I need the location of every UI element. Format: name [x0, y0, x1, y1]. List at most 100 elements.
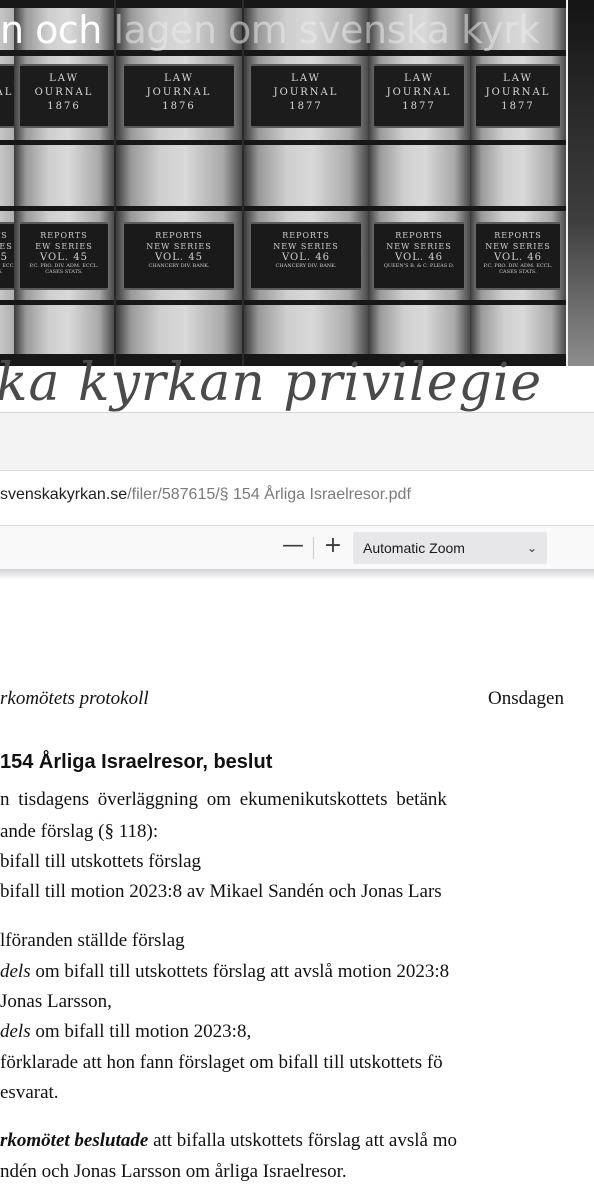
header-banner: LAW OURNAL 1876 REPORTSEW SERIESVOL. 45P.C.…: [0, 0, 594, 366]
book-spine: LAW JOURNAL 1877 REPORTS NEW SERIES VOL. 46 CH…: [244, 0, 368, 366]
spine-band: [368, 300, 470, 305]
zoom-select-value: Automatic Zoom: [363, 540, 465, 556]
spine-label-text: VOL. 46: [395, 252, 443, 263]
spine-label-journal: LAW JOURNAL 1876: [123, 64, 235, 128]
spine-label-text: VOL. 46: [282, 252, 330, 263]
spine-band: [470, 140, 566, 145]
spine-band: [14, 140, 114, 145]
pdf-text-run: ndén och Jonas Larsson om årliga Israelr…: [0, 1161, 347, 1182]
pdf-text-run: lföranden ställde förslag: [0, 930, 185, 951]
spine-label-text: NEW SERIES: [485, 242, 551, 251]
pdf-text-run: att bifalla utskottets förslag att avslå…: [148, 1130, 457, 1151]
spine-label-text: 1876: [162, 101, 196, 112]
spine-label-text: LAW: [503, 73, 533, 84]
pdf-text-run: ande förslag (§ 118):: [0, 821, 159, 842]
spine-label-reports: REPORTS EW SERIESVOL. 45P.C. PRO. DIV. AD…: [20, 222, 108, 290]
spine-label-text: LAW: [291, 73, 321, 84]
spine-label-journal: LAW JOURNAL 1877: [374, 64, 464, 128]
spine-label-journal: LAW JOURNAL 1877: [251, 64, 361, 128]
spine-label-text: OURNAL: [34, 87, 94, 98]
pdf-text-line: esvarat.: [0, 1082, 59, 1104]
spine-band: [244, 140, 368, 145]
url-domain: svenskakyrkan.se: [0, 486, 128, 503]
spine-label-text: REPORTS: [282, 231, 330, 240]
spine-label-text: LAW: [164, 73, 194, 84]
spine-label-text: REPORTS: [395, 231, 443, 240]
spine-label-text: REPORTS: [155, 231, 203, 240]
pdf-text-line: ande förslag (§ 118):: [0, 821, 158, 843]
pdf-page: rkomötets protokoll Onsdagen 154 Årliga …: [0, 580, 594, 1202]
book-spine: LAW JOURNAL 1877 REPORTS NEW SERIES VOL. 46 P.…: [470, 0, 566, 366]
banner-title-strong: n och: [0, 8, 102, 52]
spine-band: [14, 300, 114, 305]
spine-label-text: CHANCERY DIV. BANK.: [148, 263, 210, 269]
pdf-text-line: dels om bifall till utskottets förslag a…: [0, 961, 449, 983]
spine-band: [470, 300, 566, 305]
url-text[interactable]: svenskakyrkan.se/filer/587615/§ 154 Årli…: [0, 486, 411, 504]
pdf-text-line: n tisdagens överläggning om ekumenikutsk…: [0, 789, 447, 811]
spine-label-text: 1877: [289, 101, 323, 112]
address-bar[interactable]: svenskakyrkan.se/filer/587615/§ 154 Årli…: [0, 470, 594, 526]
spine-label-reports: REPORTS NEW SERIES VOL. 46 CHANCERY DIV. BA…: [251, 222, 361, 290]
toolbar-shadow: [0, 570, 594, 580]
spine-label-text: NEW SERIES: [386, 242, 452, 251]
toolbar-separator: [313, 537, 314, 559]
pdf-text-run: bifall till motion 2023:8 av Mikael Sand…: [0, 881, 442, 902]
pdf-text-line: dels om bifall till motion 2023:8,: [0, 1021, 251, 1043]
pdf-text-run: om bifall till utskottets förslag att av…: [30, 961, 450, 982]
spine-label-text: JOURNAL: [386, 87, 452, 98]
spine-label-text: NEW SERIES: [146, 242, 212, 251]
spine-label-text: VOL. 46: [494, 252, 542, 263]
pdf-text-line: bifall till motion 2023:8 av Mikael Sand…: [0, 881, 442, 903]
spine-label-text: VOL. 45: [155, 252, 203, 263]
pdf-toolbar: — + Automatic Zoom ⌄: [0, 526, 594, 570]
book-spine: LAW JOURNAL 1876 REPORTS NEW SERIES VOL. 45 CH…: [116, 0, 242, 366]
url-path: /filer/587615/§ 154 Årliga Israelresor.p…: [127, 486, 411, 503]
zoom-out-button[interactable]: —: [280, 534, 306, 560]
pdf-text-run: dels: [0, 1021, 31, 1042]
spine-band: [116, 140, 242, 145]
spine-label-text: JOURNAL: [273, 87, 339, 98]
pdf-text-run: Jonas Larsson,: [0, 991, 112, 1012]
pdf-text-line: förklarade att hon fann förslaget om bif…: [0, 1052, 443, 1074]
spine-label-text: JOURNAL: [146, 87, 212, 98]
page-header-left: rkomötets protokoll: [0, 688, 149, 709]
spine-label-reports: REPORTS NEW SERIES VOL. 46 QUEEN'S B. & C. …: [374, 222, 464, 290]
browser-tab-strip: [0, 412, 594, 471]
pdf-text-run: bifall till utskottets förslag: [0, 851, 202, 872]
spine-band: [116, 300, 242, 305]
chevron-down-icon: ⌄: [526, 541, 537, 555]
banner-title-rest: lagen om svenska kyrk: [101, 8, 540, 52]
spine-label-journal: LAW JOURNAL 1877: [475, 64, 561, 128]
spine-label-text: LAW: [49, 73, 79, 84]
spine-label-text: P.C. PRO. DIV. ADM. ECCL. CASES STATS.: [29, 263, 99, 275]
side-photo: [566, 0, 594, 366]
pdf-text-run: dels: [0, 961, 31, 982]
spine-band: [470, 206, 566, 211]
spine-band: [368, 140, 470, 145]
pdf-text-line: ndén och Jonas Larsson om årliga Israelr…: [0, 1161, 347, 1183]
pdf-text-line: rkomötet beslutade att bifalla utskottet…: [0, 1130, 457, 1152]
spine-label-reports: REPORTS NEW SERIES VOL. 46 P.C. PRO. DIV. A…: [475, 222, 561, 290]
spine-label-text: P.C. PRO. DIV. ADM. ECCL. CASES STATS.: [483, 263, 553, 275]
pdf-text-run: n tisdagens överläggning om ekumenikutsk…: [0, 789, 447, 810]
pdf-text-line: bifall till utskottets förslag: [0, 851, 201, 873]
spine-band: [116, 206, 242, 211]
pdf-text-run: förklarade att hon fann förslaget om bif…: [0, 1052, 443, 1073]
pdf-text-line: lföranden ställde förslag: [0, 930, 185, 952]
pdf-text-run: esvarat.: [0, 1082, 59, 1103]
spine-label-text: REPORTS: [40, 231, 88, 240]
spine-band: [14, 206, 114, 211]
spine-label-text: VOL. 45: [40, 252, 88, 263]
spine-label-text: NEW SERIES: [273, 242, 339, 251]
spine-label-text: REPORTS: [494, 231, 542, 240]
zoom-in-button[interactable]: +: [320, 534, 346, 560]
page-header-right: Onsdagen: [488, 688, 564, 709]
spine-label-text: 1877: [402, 101, 436, 112]
spine-label-journal: LAW OURNAL 1876: [20, 64, 108, 128]
pdf-text-run: rkomötet beslutade: [0, 1130, 149, 1151]
pdf-text-run: om bifall till motion 2023:8,: [30, 1021, 252, 1042]
spine-band: [244, 300, 368, 305]
zoom-select[interactable]: Automatic Zoom ⌄: [353, 532, 547, 564]
book-spine: LAW JOURNAL 1877 REPORTS NEW SERIES VOL. 46 QU…: [368, 0, 470, 366]
